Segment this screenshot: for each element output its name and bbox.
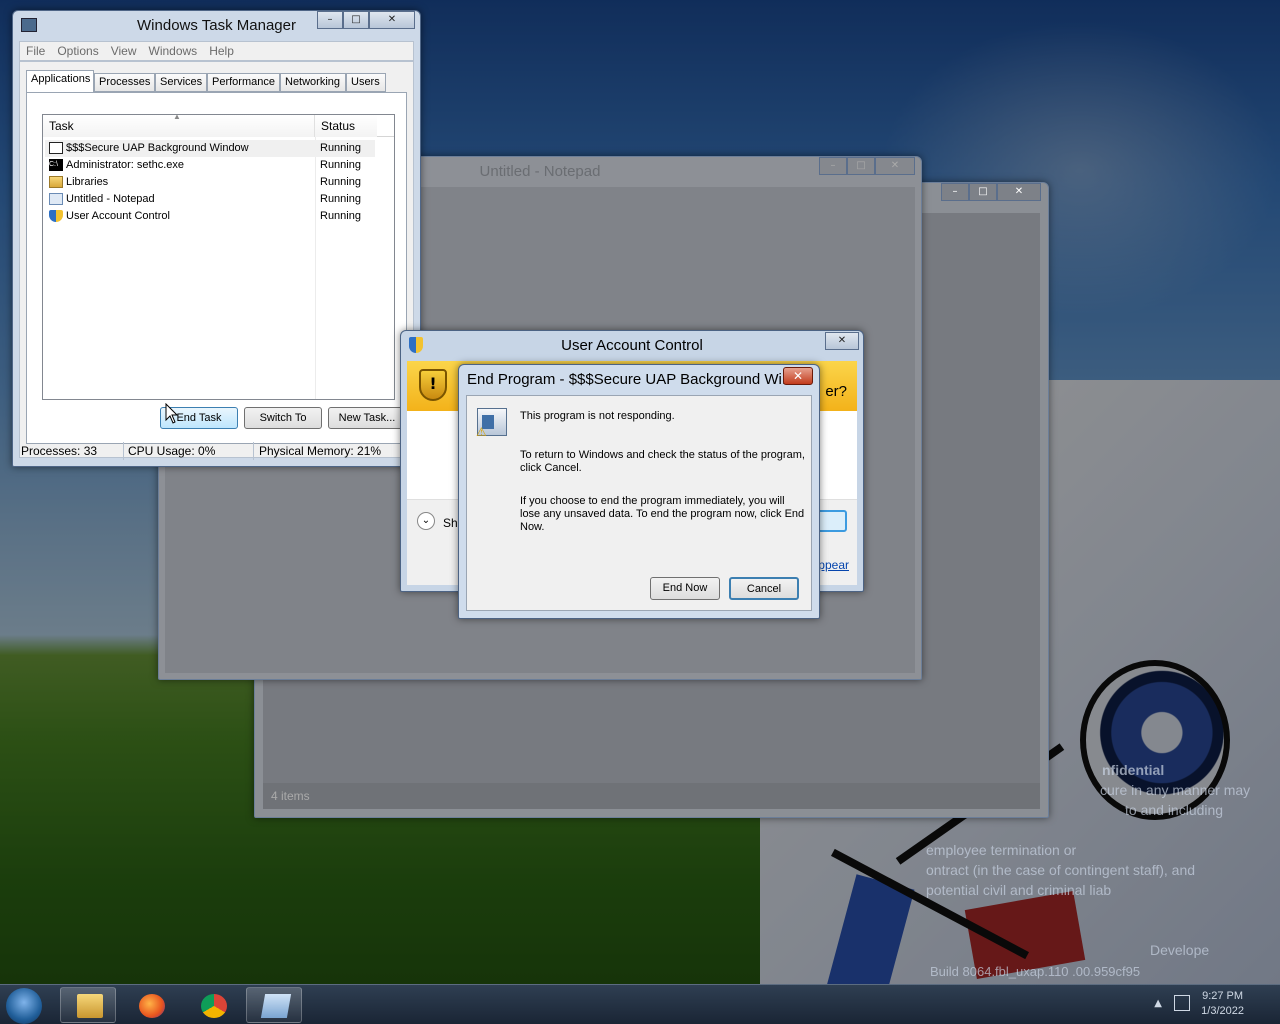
table-row[interactable]: User Account Control Running	[45, 208, 375, 225]
task-manager-body: Applications Processes Services Performa…	[19, 61, 414, 458]
task-manager-window[interactable]: Windows Task Manager – □ ✕ File Options Vi…	[12, 10, 421, 467]
table-row[interactable]: $$$Secure UAP Background Window Running	[45, 140, 375, 157]
notepad-icon	[49, 193, 63, 205]
applications-panel: Task ▲ Status $$$Secure UAP Background Wi…	[26, 92, 407, 444]
chevron-down-icon[interactable]: ⌄	[417, 512, 435, 530]
column-task[interactable]: Task ▲	[43, 112, 315, 137]
end-now-button[interactable]: End Now	[650, 577, 720, 600]
switch-to-button[interactable]: Switch To	[244, 407, 322, 429]
folder-icon	[77, 994, 103, 1018]
explorer-status: 4 items	[263, 783, 1040, 809]
tab-services[interactable]: Services	[155, 73, 207, 92]
uac-question: er?	[825, 383, 847, 400]
watermark-line: ontract (in the case of contingent staff…	[926, 862, 1196, 878]
end-program-title: End Program - $$$Secure UAP Background W…	[467, 371, 795, 388]
shield-icon	[49, 210, 63, 222]
close-icon[interactable]: ✕	[825, 332, 859, 350]
taskbar: ▲ 9:27 PM 1/3/2022	[0, 984, 1280, 1024]
uac-title: User Account Control	[561, 337, 703, 354]
end-now-instructions-text: If you choose to end the program immedia…	[520, 495, 805, 533]
new-task-button[interactable]: New Task...	[328, 407, 406, 429]
task-list[interactable]: Task ▲ Status $$$Secure UAP Background Wi…	[42, 112, 395, 400]
clock[interactable]: 9:27 PM 1/3/2022	[1201, 989, 1244, 1019]
warning-icon: ⚠	[476, 425, 487, 439]
menu-view[interactable]: View	[105, 42, 143, 60]
clock-date: 1/3/2022	[1201, 1005, 1244, 1017]
task-status: Running	[320, 159, 361, 171]
watermark-confidential: nfidential	[1102, 762, 1165, 778]
end-program-content: ⚠ This program is not responding. To ret…	[466, 395, 812, 611]
close-icon[interactable]: ✕	[369, 11, 415, 29]
minimize-icon[interactable]: –	[941, 183, 969, 201]
mouse-cursor-icon	[165, 403, 179, 424]
table-row[interactable]: C:\ Administrator: sethc.exe Running	[45, 157, 375, 174]
taskbar-firefox[interactable]	[122, 987, 178, 1023]
task-name: $$$Secure UAP Background Window	[66, 142, 249, 154]
end-program-dialog[interactable]: End Program - $$$Secure UAP Background W…	[458, 364, 820, 619]
status-memory: Physical Memory: 21%	[259, 444, 382, 458]
tab-performance[interactable]: Performance	[207, 73, 280, 92]
network-icon[interactable]	[1174, 995, 1190, 1011]
column-status[interactable]: Status	[315, 115, 377, 137]
status-processes: Processes: 33	[21, 444, 98, 458]
task-name: User Account Control	[66, 210, 170, 222]
watermark-line: to and including	[1125, 802, 1224, 818]
not-responding-text: This program is not responding.	[520, 410, 675, 422]
warning-shield-icon: !	[419, 369, 447, 401]
menu-help[interactable]: Help	[203, 42, 240, 60]
chrome-icon	[201, 994, 227, 1018]
minimize-icon[interactable]: –	[317, 11, 343, 29]
notepad-icon	[260, 994, 292, 1018]
table-row[interactable]: Libraries Running	[45, 174, 375, 191]
program-window-icon: ⚠	[476, 408, 507, 439]
tab-users[interactable]: Users	[346, 73, 386, 92]
tab-processes[interactable]: Processes	[94, 73, 155, 92]
minimize-icon[interactable]: –	[819, 157, 847, 175]
cancel-button[interactable]: Cancel	[729, 577, 799, 600]
tab-applications[interactable]: Applications	[26, 70, 94, 92]
close-icon[interactable]: ✕	[783, 367, 813, 385]
task-status: Running	[320, 142, 361, 154]
window-icon	[49, 142, 63, 154]
watermark-line: employee termination or	[926, 842, 1077, 858]
maximize-icon[interactable]: □	[343, 11, 369, 29]
taskbar-explorer[interactable]	[60, 987, 116, 1023]
task-status: Running	[320, 176, 361, 188]
menu-file[interactable]: File	[20, 42, 51, 60]
firefox-icon	[139, 994, 165, 1018]
taskbar-chrome[interactable]	[184, 987, 240, 1023]
watermark-line: potential civil and criminal liab	[926, 882, 1112, 898]
task-list-header: Task ▲ Status	[43, 112, 394, 137]
watermark-line: cure in any manner may	[1100, 782, 1251, 798]
task-name: Administrator: sethc.exe	[66, 159, 184, 171]
clock-time: 9:27 PM	[1202, 990, 1244, 1002]
maximize-icon[interactable]: □	[969, 183, 997, 201]
task-status: Running	[320, 193, 361, 205]
table-row[interactable]: Untitled - Notepad Running	[45, 191, 375, 208]
tray-expand-icon[interactable]: ▲	[1154, 998, 1162, 1009]
status-cpu: CPU Usage: 0%	[128, 444, 216, 458]
watermark-developer: Develope	[1150, 942, 1210, 958]
folder-icon	[49, 176, 63, 188]
task-name: Libraries	[66, 176, 109, 188]
menu-bar: File Options View Windows Help	[19, 41, 414, 61]
tab-networking[interactable]: Networking	[280, 73, 346, 92]
start-button[interactable]	[6, 988, 42, 1024]
menu-windows[interactable]: Windows	[143, 42, 204, 60]
uac-settings-link[interactable]: ppear	[818, 558, 849, 572]
cmd-icon: C:\	[49, 159, 63, 171]
menu-options[interactable]: Options	[51, 42, 104, 60]
taskbar-notepad[interactable]	[246, 987, 302, 1023]
cancel-instructions-text: To return to Windows and check the statu…	[520, 449, 805, 474]
status-bar: Processes: 33 CPU Usage: 0% Physical Mem…	[19, 442, 414, 460]
task-status: Running	[320, 210, 361, 222]
task-manager-titlebar[interactable]: Windows Task Manager – □ ✕	[13, 11, 420, 41]
maximize-icon[interactable]: □	[847, 157, 875, 175]
watermark-build: Build 8064.fbl_uxap.110 .00.959cf95	[930, 964, 1141, 979]
sort-arrow-icon: ▲	[173, 112, 181, 121]
close-icon[interactable]: ✕	[997, 183, 1041, 201]
task-name: Untitled - Notepad	[66, 193, 155, 205]
close-icon[interactable]: ✕	[875, 157, 915, 175]
